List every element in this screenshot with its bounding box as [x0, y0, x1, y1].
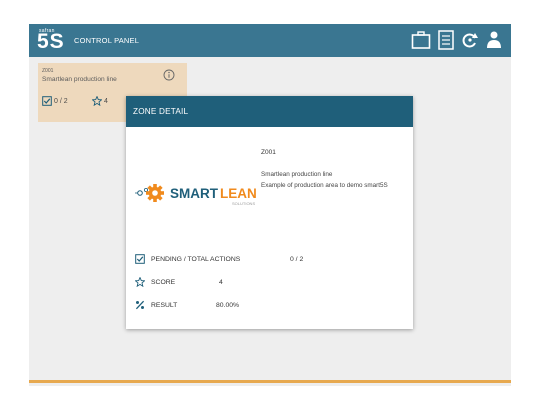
brand-smart-text: SMART: [170, 186, 219, 201]
info-icon[interactable]: [163, 69, 175, 81]
stat-pending-value: 0 / 2: [290, 256, 304, 263]
screen: safran 5S CONTROL PANEL Z001 Smartlean p…: [0, 0, 533, 400]
brand-solutions-text: SOLUTIONS: [232, 201, 255, 206]
percent-icon: [135, 300, 145, 310]
refresh-icon[interactable]: [460, 29, 480, 51]
stat-result: RESULT: [135, 300, 177, 310]
stat-result-value: 80.00%: [216, 302, 240, 309]
detail-description: Example of production area to demo smart…: [261, 182, 388, 189]
dialog-title: ZONE DETAIL: [133, 107, 189, 116]
smart-lean-logo: SMART LEAN SOLUTIONS: [135, 184, 257, 206]
stat-score: SCORE: [135, 277, 175, 287]
checkbox-icon: [135, 254, 145, 264]
page-title: CONTROL PANEL: [74, 36, 140, 45]
zone-name: Smartlean production line: [42, 76, 117, 83]
checklist-icon[interactable]: [436, 29, 456, 51]
user-icon[interactable]: [484, 29, 504, 51]
stat-pending: PENDING / TOTAL ACTIONS: [135, 254, 240, 264]
stat-result-label: RESULT: [151, 301, 178, 309]
briefcase-icon[interactable]: [411, 29, 431, 51]
zone-actions: 0 / 2: [42, 96, 68, 106]
bottom-divider: [29, 380, 511, 383]
dialog-header: ZONE DETAIL: [126, 96, 413, 127]
zone-score: 4: [92, 96, 108, 106]
checkbox-icon: [42, 96, 52, 106]
detail-code: Z001: [261, 149, 276, 156]
star-icon: [135, 277, 145, 287]
stat-score-value: 4: [219, 279, 223, 286]
stat-score-label: SCORE: [151, 278, 176, 286]
zone-detail-dialog: ZONE DETAIL SMART LEAN SOLUTIONS Z001 Sm…: [126, 96, 413, 329]
top-bar: safran 5S CONTROL PANEL: [29, 24, 511, 57]
zone-actions-value: 0 / 2: [54, 97, 68, 105]
star-icon: [92, 96, 102, 106]
detail-name: Smartlean production line: [261, 171, 333, 178]
zone-score-value: 4: [104, 97, 108, 105]
logo-big-text: 5S: [37, 30, 65, 53]
zone-code: Z001: [42, 68, 54, 74]
app-window: safran 5S CONTROL PANEL Z001 Smartlean p…: [29, 24, 511, 386]
stat-pending-label: PENDING / TOTAL ACTIONS: [151, 255, 241, 263]
brand-lean-text: LEAN: [220, 186, 257, 201]
